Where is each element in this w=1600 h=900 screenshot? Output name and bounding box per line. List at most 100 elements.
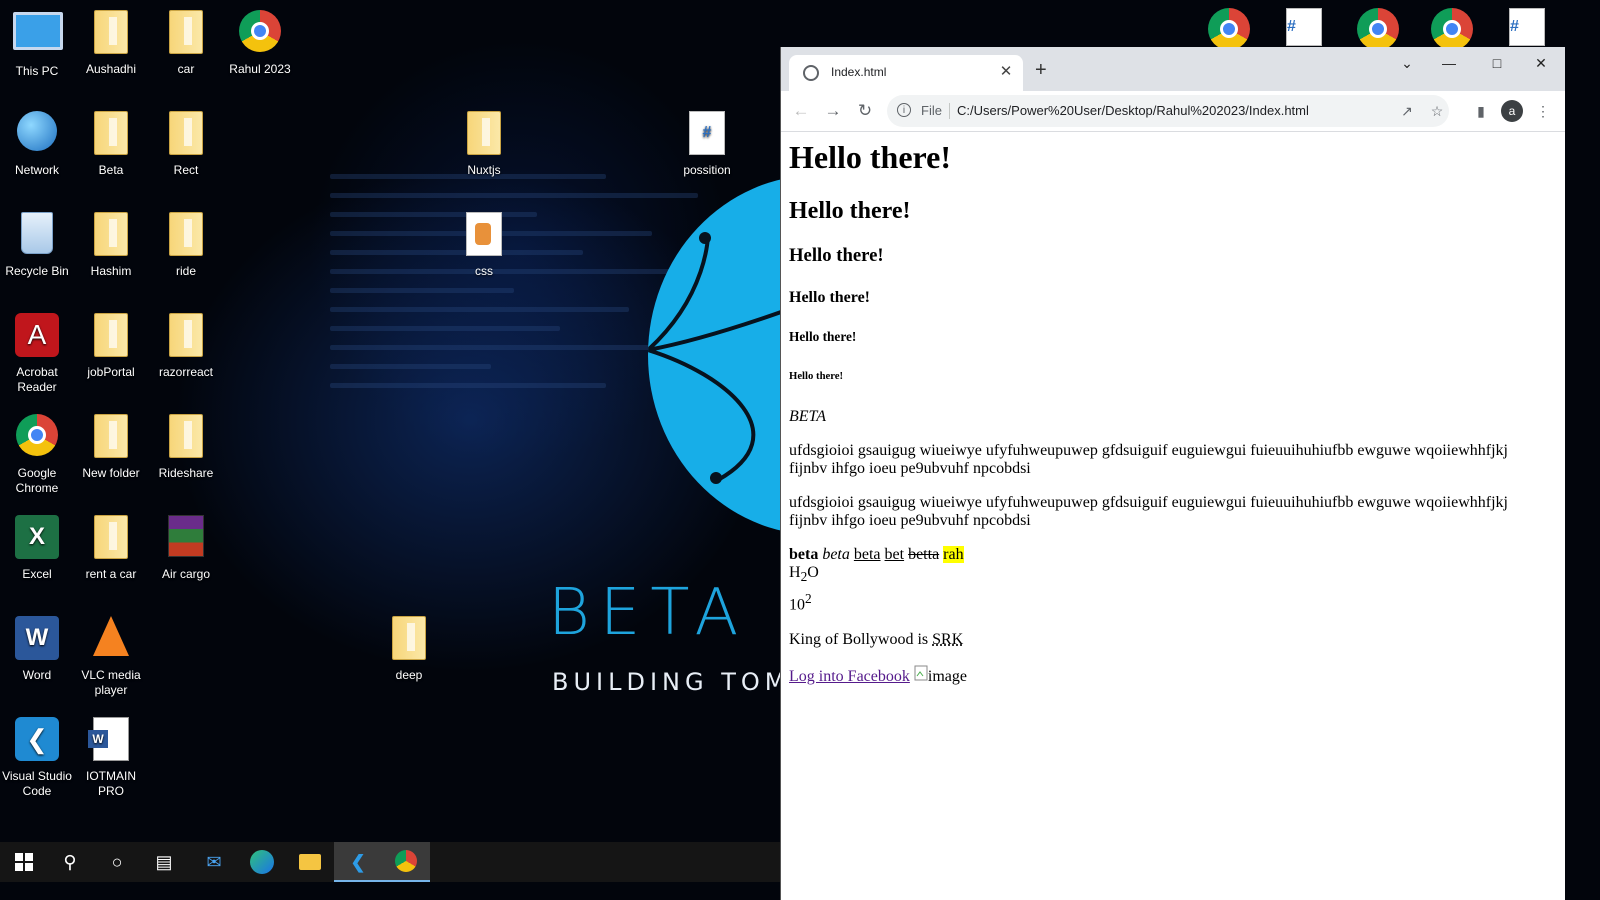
html-file-icon[interactable]: # [1286,8,1322,46]
bookmark-star-icon[interactable]: ☆ [1427,101,1447,121]
minimize-icon: — [1442,55,1456,71]
desktop-icon-jobportal[interactable]: jobPortal [74,307,148,380]
profile-avatar[interactable]: a [1501,100,1523,122]
desktop-icon-vlc[interactable]: VLC media player [74,610,148,698]
desktop-icon-nuxtjs[interactable]: Nuxtjs [447,105,521,178]
desktop-icon-iotmain-pro[interactable]: W IOTMAIN PRO [74,711,148,799]
tab-search-button[interactable]: ⌄ [1387,51,1427,75]
globe-icon [803,65,819,81]
desktop-icon-rahul-2023[interactable]: Rahul 2023 [223,4,297,77]
desktop-icon-label: IOTMAIN PRO [86,769,136,798]
folder-icon [169,10,203,54]
folder-icon [169,414,203,458]
desktop-icon-label: New folder [82,466,140,480]
side-panel-icon[interactable]: ▮ [1471,101,1491,121]
heading-h6: Hello there! [789,370,844,382]
folder-icon [169,313,203,357]
address-bar[interactable]: i File C:/Users/Power%20User/Desktop/Rah… [887,95,1449,127]
url-text[interactable]: C:/Users/Power%20User/Desktop/Rahul%2020… [957,103,1309,118]
task-view-button[interactable]: ▤ [140,842,188,882]
desktop-icon-label: deep [395,668,423,682]
cortana-button[interactable]: ○ [93,842,141,882]
tab-title: Index.html [831,65,887,79]
desktop-icon-label: ride [175,264,196,278]
desktop-icon-car[interactable]: car [149,4,223,77]
heading-h5: Hello there! [789,329,857,344]
minimize-button[interactable]: — [1429,51,1469,75]
share-icon[interactable]: ↗ [1397,101,1417,121]
desktop-icon-word[interactable]: W Word [0,610,74,683]
tab-index-html[interactable]: Index.html ✕ [789,55,1023,91]
desktop-icon-deep[interactable]: deep [372,610,446,683]
desktop-icon-rect[interactable]: Rect [149,105,223,178]
taskbar: ⚲ ○ ▤ ✉ ❮ [0,842,780,882]
start-button[interactable] [0,842,48,882]
taskbar-chrome[interactable] [382,842,430,882]
desktop-icon-network[interactable]: Network [0,105,74,178]
desktop-icon-label: Beta [98,163,124,177]
chrome-shortcut-icon[interactable] [1431,8,1473,50]
highlight-text: rah [943,546,964,563]
folder-icon [94,212,128,256]
back-button[interactable]: ← [789,99,813,123]
windows-logo-icon [15,853,33,871]
desktop-icon-razorreact[interactable]: razorreact [149,307,223,380]
folder-icon [94,515,128,559]
desktop-icon-new-folder[interactable]: New folder [74,408,148,481]
desktop-icon-vscode[interactable]: ❮ Visual Studio Code [0,711,74,799]
heading-h4: Hello there! [789,289,871,306]
taskbar-search-button[interactable]: ⚲ [46,842,94,882]
srk-abbr: SRK [932,630,964,648]
search-icon: ⚲ [63,852,77,872]
desktop-icon-excel[interactable]: X Excel [0,509,74,582]
desktop-icon-air-cargo[interactable]: Air cargo [149,509,223,582]
desktop-icon-google-chrome[interactable]: Google Chrome [0,408,74,496]
desktop-icon-acrobat-reader[interactable]: A Acrobat Reader [0,307,74,395]
desktop-icon-label: Rideshare [158,466,214,480]
new-tab-button[interactable]: + [1035,59,1047,82]
maximize-button[interactable]: □ [1477,51,1517,75]
desktop-icon-this-pc[interactable]: This PC [0,4,74,79]
html-file-icon[interactable]: # [1509,8,1545,46]
taskbar-file-explorer[interactable] [286,842,334,882]
desktop-icon-recycle-bin[interactable]: Recycle Bin [0,206,74,279]
info-icon[interactable]: i [897,103,911,117]
taskbar-vscode[interactable]: ❮ [334,842,382,882]
desktop-icon-label: jobPortal [87,365,135,379]
close-tab-icon[interactable]: ✕ [997,63,1015,81]
scheme-label: File [921,103,942,118]
desktop-icon-hashim[interactable]: Hashim [74,206,148,279]
desktop-icon-label: car [177,62,195,76]
desktop-icon-css[interactable]: css [447,206,521,279]
heading-h2: Hello there! [789,198,911,224]
close-window-button[interactable]: ✕ [1521,51,1561,75]
facebook-link[interactable]: Log into Facebook [789,668,910,685]
maximize-icon: □ [1492,55,1502,71]
excel-icon: X [15,515,59,559]
taskbar-mail[interactable]: ✉ [190,842,238,882]
mail-icon: ✉ [206,852,222,872]
desktop-icon-ride[interactable]: ride [149,206,223,279]
chrome-shortcut-icon[interactable] [1357,8,1399,50]
desktop-icon-possition[interactable]: # possition [670,105,744,178]
chrome-icon [395,850,417,872]
forward-button[interactable]: → [821,99,845,123]
desktop-icon-rent-a-car[interactable]: rent a car [74,509,148,582]
heading-h1: Hello there! [789,139,952,175]
reload-button[interactable]: ↻ [853,99,877,123]
desktop-icon-label: Rahul 2023 [229,62,291,76]
paragraph-2: ufdsgioioi gsauigug wiueiwye ufyfuhweupu… [789,494,1508,529]
desktop-icon-aushadhi[interactable]: Aushadhi [74,4,148,77]
chrome-shortcut-icon[interactable] [1208,8,1250,50]
desktop-icon-beta[interactable]: Beta [74,105,148,178]
chrome-icon [16,414,58,456]
folder-icon [94,10,128,54]
more-menu-icon[interactable]: ⋮ [1533,101,1553,121]
desktop-icon-label: Rect [173,163,199,177]
strike-text: betta [908,546,940,563]
inserted-text: bet [884,546,905,563]
folder-icon [392,616,426,660]
desktop-icon-rideshare[interactable]: Rideshare [149,408,223,481]
taskbar-edge[interactable] [238,842,286,882]
link-line: Log into Facebook image [789,665,1549,686]
